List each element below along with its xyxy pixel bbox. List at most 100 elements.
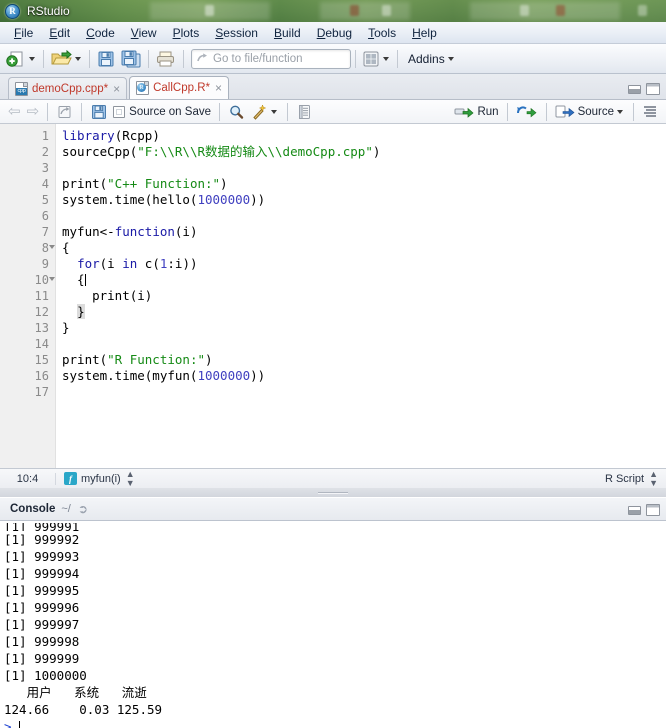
code-editor[interactable]: 1 2 3 4 5 6 7 8 9 10 11 12 13 14 15 16 17 library(Rcpp) s… bbox=[0, 124, 666, 468]
line-number: 11 bbox=[34, 289, 49, 303]
console-line: [1] 999993 bbox=[4, 549, 80, 564]
open-folder-icon bbox=[51, 49, 72, 64]
menu-code[interactable]: Code bbox=[78, 24, 123, 42]
rerun-button[interactable] bbox=[513, 102, 541, 122]
show-in-new-window-button[interactable] bbox=[53, 102, 76, 122]
menu-build[interactable]: Build bbox=[266, 24, 309, 42]
line-number: 5 bbox=[41, 193, 49, 207]
source-tab[interactable]: R CallCpp.R* × bbox=[129, 76, 229, 99]
new-file-button[interactable] bbox=[4, 47, 39, 71]
compile-report-button[interactable] bbox=[293, 102, 316, 122]
console-line: [1] 999991 bbox=[4, 523, 80, 531]
run-label: Run bbox=[477, 105, 499, 118]
function-scope-icon: f bbox=[64, 472, 77, 485]
source-pane-maximize-button[interactable] bbox=[646, 83, 660, 95]
run-button[interactable]: Run bbox=[451, 102, 501, 122]
console-line: [1] 999996 bbox=[4, 600, 80, 615]
addins-caret-icon[interactable] bbox=[447, 56, 454, 61]
close-icon[interactable]: × bbox=[113, 83, 120, 95]
line-number: 3 bbox=[41, 161, 49, 175]
fold-toggle-icon[interactable] bbox=[49, 245, 55, 249]
chevron-updown-icon[interactable]: ▲ ▼ bbox=[649, 469, 658, 488]
source-icon bbox=[555, 105, 575, 118]
addins-label: Addins bbox=[408, 51, 445, 66]
source-button[interactable]: Source bbox=[552, 102, 628, 122]
doc-type-label: R Script bbox=[604, 472, 645, 485]
back-arrow-icon[interactable]: ⇦ bbox=[5, 104, 24, 119]
source-on-save-checkbox[interactable]: Source on Save bbox=[110, 102, 214, 122]
forward-arrow-icon[interactable]: ⇨ bbox=[24, 104, 43, 119]
code-tools-caret-icon[interactable] bbox=[271, 109, 277, 114]
pane-splitter[interactable] bbox=[0, 488, 666, 497]
open-file-caret-icon[interactable] bbox=[75, 56, 81, 61]
pane-layout-button[interactable] bbox=[360, 47, 393, 71]
scope-selector[interactable]: f myfun(i) ▲ ▼ bbox=[64, 469, 135, 488]
code-token: )) bbox=[250, 192, 266, 207]
line-number: 10 bbox=[0, 272, 55, 288]
console-prompt-line[interactable]: > bbox=[4, 718, 666, 728]
code-token: 1000000 bbox=[197, 368, 251, 383]
menu-session[interactable]: Session bbox=[207, 24, 266, 42]
code-line: print(i) bbox=[62, 288, 666, 304]
source-tabbar: cpp demoCpp.cpp* × R CallCpp.R* × bbox=[0, 74, 666, 100]
print-button[interactable] bbox=[153, 47, 179, 71]
menu-debug[interactable]: Debug bbox=[309, 24, 360, 42]
source-label: Source bbox=[577, 105, 614, 118]
print-icon bbox=[157, 51, 174, 66]
editor-toolbar-separator bbox=[47, 102, 49, 121]
editor-toolbar: ⇦ ⇨ Source on Save Run Source bbox=[0, 100, 666, 124]
save-button[interactable] bbox=[94, 47, 118, 71]
pane-layout-caret-icon[interactable] bbox=[383, 56, 389, 61]
window-title: RStudio bbox=[27, 4, 70, 18]
console-pane: Console ~/ ➲ [1] 999991 [1] 999992 [1] 999… bbox=[0, 497, 666, 728]
console-line: [1] 999994 bbox=[4, 566, 80, 581]
close-icon[interactable]: × bbox=[215, 82, 222, 94]
find-button[interactable] bbox=[225, 102, 248, 122]
save-all-button[interactable] bbox=[118, 47, 144, 71]
console-pane-maximize-button[interactable] bbox=[646, 504, 660, 516]
line-number: 6 bbox=[41, 209, 49, 223]
code-content[interactable]: library(Rcpp) sourceCpp("F:\\R\\R数据的输入\\d… bbox=[56, 124, 666, 468]
new-file-caret-icon[interactable] bbox=[29, 56, 35, 61]
source-caret-icon[interactable] bbox=[617, 109, 623, 114]
share-console-icon[interactable]: ➲ bbox=[78, 502, 88, 516]
toolbar-separator bbox=[89, 49, 90, 68]
console-working-directory: ~/ bbox=[61, 503, 71, 515]
document-outline-button[interactable] bbox=[639, 102, 661, 122]
line-number-gutter: 1 2 3 4 5 6 7 8 9 10 11 12 13 14 15 16 17 bbox=[0, 124, 56, 468]
code-token: ) bbox=[220, 176, 228, 191]
code-token: "R Function:" bbox=[107, 352, 205, 367]
menu-tools[interactable]: Tools bbox=[360, 24, 404, 42]
source-on-save-label: Source on Save bbox=[129, 105, 211, 118]
menu-plots[interactable]: Plots bbox=[165, 24, 208, 42]
menu-view[interactable]: View bbox=[123, 24, 165, 42]
code-line: for(i in c(1:i)) bbox=[62, 256, 666, 272]
source-pane-minimize-button[interactable] bbox=[628, 84, 641, 94]
source-tab[interactable]: cpp demoCpp.cpp* × bbox=[8, 77, 128, 99]
editor-save-button[interactable] bbox=[87, 102, 110, 122]
code-tools-wand-icon bbox=[253, 103, 267, 120]
goto-file-function-field[interactable]: Go to file/function bbox=[191, 48, 351, 69]
search-icon bbox=[230, 105, 244, 119]
menu-help[interactable]: Help bbox=[404, 24, 445, 42]
menu-edit[interactable]: Edit bbox=[41, 24, 78, 42]
console-pane-minimize-button[interactable] bbox=[628, 505, 641, 515]
console-output[interactable]: [1] 999991 [1] 999992 [1] 999993 [1] 999994… bbox=[0, 521, 666, 728]
console-line: [1] 999998 bbox=[4, 634, 80, 649]
menu-file[interactable]: File bbox=[6, 24, 41, 42]
editor-toolbar-separator bbox=[506, 102, 508, 121]
main-toolbar: Go to file/function Addins bbox=[0, 44, 666, 74]
fold-toggle-icon[interactable] bbox=[49, 277, 55, 281]
code-tools-button[interactable] bbox=[248, 102, 282, 122]
open-file-button[interactable] bbox=[48, 47, 85, 71]
code-line: system.time(myfun(1000000)) bbox=[62, 368, 666, 384]
console-line: 124.66 0.03 125.59 bbox=[4, 702, 163, 717]
rstudio-logo-icon: R bbox=[5, 3, 20, 19]
line-number: 14 bbox=[34, 337, 49, 351]
code-line: system.time(hello(1000000)) bbox=[62, 192, 666, 208]
addins-button[interactable]: Addins bbox=[402, 47, 458, 71]
chevron-updown-icon[interactable]: ▲ ▼ bbox=[126, 469, 135, 488]
